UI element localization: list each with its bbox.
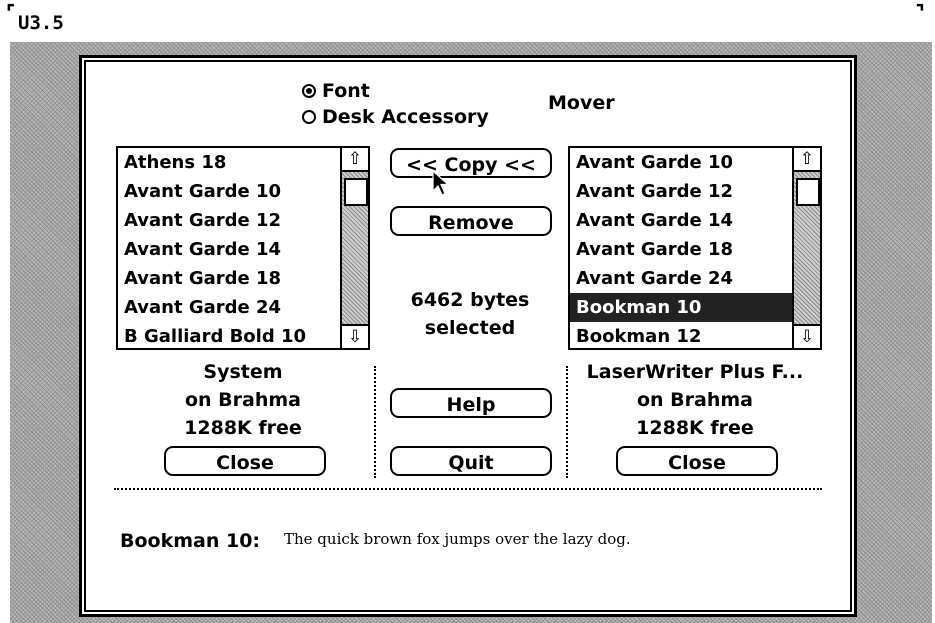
scroll-down-arrow-icon[interactable]: ⇩ [342, 324, 368, 348]
radio-font[interactable]: Font [302, 80, 370, 102]
screen-corner-right: ⌝ [915, 0, 925, 24]
right-close-button[interactable]: Close [616, 446, 778, 476]
radio-desk-accessory-label: Desk Accessory [322, 106, 489, 128]
left-scrollbar[interactable]: ⇧ ⇩ [340, 148, 368, 348]
right-file-name: LaserWriter Plus F... [586, 361, 804, 383]
scroll-down-arrow-icon[interactable]: ⇩ [794, 324, 820, 348]
list-item[interactable]: Avant Garde 10 [570, 148, 792, 177]
left-file-info: System on Brahma 1288K free [116, 358, 370, 442]
left-close-button[interactable]: Close [164, 446, 326, 476]
mover-title: Mover [548, 92, 615, 114]
list-item[interactable]: Avant Garde 12 [118, 206, 340, 235]
remove-button[interactable]: Remove [390, 206, 552, 236]
list-item[interactable]: Avant Garde 14 [118, 235, 340, 264]
left-list-items: Athens 18 Avant Garde 10 Avant Garde 12 … [118, 148, 340, 348]
scroll-up-arrow-icon[interactable]: ⇧ [342, 148, 368, 172]
scroll-thumb[interactable] [344, 178, 368, 206]
arrow-cursor-icon [432, 170, 450, 196]
scroll-thumb[interactable] [796, 178, 820, 206]
left-divider [374, 366, 376, 478]
list-item[interactable]: Athens 18 [118, 148, 340, 177]
list-item[interactable]: Avant Garde 14 [570, 206, 792, 235]
list-item[interactable]: Bookman 12 [570, 322, 792, 348]
list-item[interactable]: Avant Garde 18 [570, 235, 792, 264]
scroll-up-arrow-icon[interactable]: ⇧ [794, 148, 820, 172]
right-list-items: Avant Garde 10 Avant Garde 12 Avant Gard… [570, 148, 792, 348]
radio-desk-accessory[interactable]: Desk Accessory [302, 106, 489, 128]
left-free-space: 1288K free [184, 417, 302, 439]
help-button[interactable]: Help [390, 388, 552, 418]
radio-font-label: Font [322, 80, 370, 102]
quit-button[interactable]: Quit [390, 446, 552, 476]
radio-selected-icon [302, 84, 316, 98]
sample-text: The quick brown fox jumps over the lazy … [284, 530, 631, 548]
selection-size: 6462 bytes [410, 289, 530, 311]
left-font-list[interactable]: Athens 18 Avant Garde 10 Avant Garde 12 … [116, 146, 370, 350]
list-item[interactable]: Avant Garde 12 [570, 177, 792, 206]
left-volume: on Brahma [184, 389, 301, 411]
right-file-info: LaserWriter Plus F... on Brahma 1288K fr… [564, 358, 826, 442]
radio-unselected-icon [302, 110, 316, 124]
selection-info: 6462 bytes selected [370, 286, 570, 342]
copy-button[interactable]: << Copy << [390, 148, 552, 178]
font-mover-dialog: Font Desk Accessory Mover Athens 18 Avan… [82, 58, 854, 614]
list-item[interactable]: Avant Garde 24 [570, 264, 792, 293]
right-divider [566, 366, 568, 478]
sample-label: Bookman 10: [120, 530, 261, 552]
list-item-selected[interactable]: Bookman 10 [570, 293, 792, 322]
list-item[interactable]: Avant Garde 24 [118, 293, 340, 322]
selection-suffix: selected [424, 317, 516, 339]
list-item[interactable]: B Galliard Bold 10 [118, 322, 340, 348]
list-item[interactable]: Avant Garde 10 [118, 177, 340, 206]
right-free-space: 1288K free [636, 417, 754, 439]
right-font-list[interactable]: Avant Garde 10 Avant Garde 12 Avant Gard… [568, 146, 822, 350]
list-item[interactable]: Avant Garde 18 [118, 264, 340, 293]
sample-divider [114, 488, 822, 490]
right-volume: on Brahma [636, 389, 753, 411]
screen-corner-left: ⌜ [6, 0, 16, 24]
version-label: U3.5 [18, 12, 64, 34]
right-scrollbar[interactable]: ⇧ ⇩ [792, 148, 820, 348]
left-file-name: System [203, 361, 283, 383]
